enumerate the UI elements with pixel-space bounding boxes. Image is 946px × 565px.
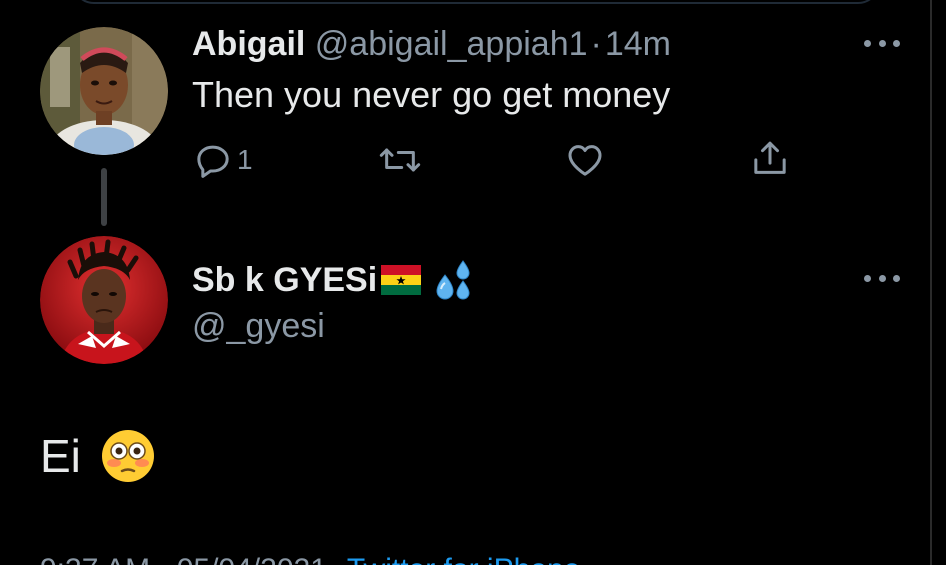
tweet2-author-name-row[interactable]: Sb k GYESi	[192, 258, 477, 302]
tweet1-author-handle[interactable]: @abigail_appiah1	[315, 25, 588, 63]
reply-button[interactable]: 1	[193, 140, 253, 180]
like-button[interactable]	[565, 140, 605, 180]
tweet1-header: Abigail @abigail_appiah1·14m	[192, 22, 671, 66]
tweet-source[interactable]: Twitter for iPhone	[347, 553, 580, 565]
tweet1-separator: ·	[590, 25, 602, 63]
more-icon[interactable]	[864, 33, 900, 53]
ghana-flag-icon	[381, 265, 422, 295]
tweet2-author-handle[interactable]: @_gyesi	[192, 304, 325, 348]
sweat-droplets-icon	[436, 260, 470, 300]
more-icon[interactable]	[864, 268, 900, 288]
search-bar-edge	[72, 0, 880, 4]
tweet-timestamp: 9:37 AM · 05/04/2021	[40, 553, 327, 565]
tweet-thread-view: Abigail @abigail_appiah1·14m Then you ne…	[0, 0, 946, 565]
reply-count: 1	[237, 144, 253, 175]
avatar-gyesi[interactable]	[40, 236, 168, 364]
reply-icon	[197, 145, 229, 178]
avatar-abigail[interactable]	[40, 27, 168, 155]
tweet-footer: 9:37 AM · 05/04/2021 Twitter for iPhone	[40, 553, 580, 565]
tweet1-time[interactable]: 14m	[605, 25, 671, 63]
tweet2-author-name[interactable]: Sb k GYESi	[192, 258, 377, 302]
retweet-icon	[379, 148, 421, 172]
tweet2-text: Ei	[40, 430, 81, 482]
flushed-face-icon	[101, 430, 154, 482]
avatar-abigail-image	[40, 27, 168, 155]
share-button[interactable]	[750, 138, 790, 180]
tweet1-author-name[interactable]: Abigail	[192, 25, 305, 63]
like-icon	[568, 145, 602, 176]
thread-connector-line	[101, 168, 107, 226]
tweet1-text: Then you never go get money	[192, 74, 671, 115]
screen-edge	[930, 0, 932, 565]
tweet2-text-row: Ei	[40, 428, 155, 484]
avatar-gyesi-image	[40, 236, 168, 364]
retweet-button[interactable]	[378, 140, 422, 180]
share-icon	[754, 141, 786, 174]
